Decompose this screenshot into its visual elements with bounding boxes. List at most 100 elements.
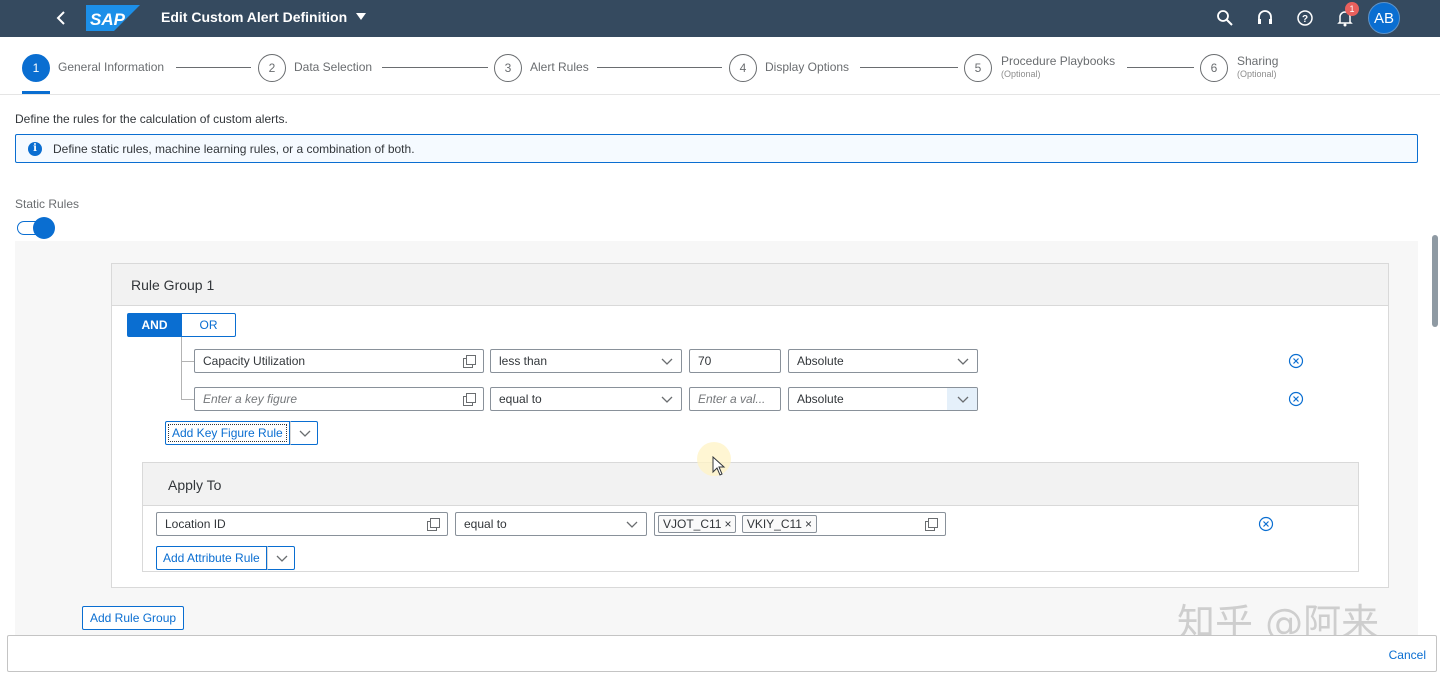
- headset-icon[interactable]: [1255, 8, 1275, 28]
- chevron-down-icon[interactable]: [356, 13, 366, 21]
- static-rules-switch[interactable]: [17, 217, 57, 239]
- page-description: Define the rules for the calculation of …: [15, 112, 288, 126]
- delete-rule-icon[interactable]: [1288, 353, 1304, 369]
- wizard-step-optional: (Optional): [1001, 69, 1041, 79]
- wizard-step-5[interactable]: 5: [964, 54, 992, 82]
- chevron-down-icon: [276, 555, 288, 562]
- value-token[interactable]: VJOT_C11 ×: [658, 515, 737, 533]
- chevron-down-icon: [661, 358, 673, 365]
- wizard-step-title: Procedure Playbooks: [1001, 54, 1116, 68]
- or-button[interactable]: OR: [182, 313, 236, 337]
- add-key-figure-rule-menu: Add Key Figure Rule: [165, 421, 318, 445]
- shell-bar: SAP Edit Custom Alert Definition ? 1 AB: [0, 0, 1440, 37]
- attribute-value: Location ID: [165, 517, 226, 531]
- apply-to-title: Apply To: [168, 477, 222, 493]
- attribute-operator-value: equal to: [464, 517, 507, 531]
- footer-bar: Cancel: [7, 635, 1437, 672]
- and-or-toggle: AND OR: [127, 313, 236, 337]
- mode-select[interactable]: Absolute: [788, 387, 978, 411]
- token-text: VKIY_C11: [746, 517, 802, 531]
- back-icon[interactable]: [52, 8, 72, 28]
- rule-group-header: Rule Group 1: [112, 264, 1388, 306]
- wizard-connector: [382, 67, 488, 68]
- operator-value: equal to: [499, 392, 542, 406]
- token-remove-icon[interactable]: ×: [724, 517, 731, 531]
- wizard-step-6[interactable]: 6: [1200, 54, 1228, 82]
- add-attribute-rule-button[interactable]: Add Attribute Rule: [156, 546, 267, 570]
- add-attribute-rule-menu: Add Attribute Rule: [156, 546, 295, 570]
- wizard-connector: [860, 67, 958, 68]
- wizard-step-label[interactable]: Display Options: [765, 60, 849, 74]
- app-title[interactable]: Edit Custom Alert Definition: [161, 9, 347, 25]
- delete-rule-icon[interactable]: [1288, 391, 1304, 407]
- key-figure-input[interactable]: Enter a key figure: [194, 387, 484, 411]
- value-token[interactable]: VKIY_C11 ×: [741, 515, 817, 533]
- sap-logo[interactable]: SAP: [86, 5, 140, 31]
- rule-tree-branch: [181, 399, 194, 400]
- key-figure-input[interactable]: Capacity Utilization: [194, 349, 484, 373]
- chevron-down-icon: [957, 358, 969, 365]
- operator-value: less than: [499, 354, 548, 368]
- wizard-step-title: Sharing: [1237, 54, 1279, 68]
- chevron-down-icon: [626, 521, 638, 528]
- token-text: VJOT_C11: [663, 517, 722, 531]
- value-help-icon[interactable]: [463, 355, 476, 368]
- wizard-step-1[interactable]: 1: [22, 54, 50, 82]
- attribute-input[interactable]: Location ID: [156, 512, 448, 536]
- operator-select[interactable]: equal to: [490, 387, 682, 411]
- wizard-step-label[interactable]: Sharing (Optional): [1237, 54, 1278, 79]
- apply-to-header: Apply To: [143, 463, 1358, 506]
- help-icon[interactable]: ?: [1295, 8, 1315, 28]
- key-figure-value: Capacity Utilization: [203, 354, 306, 368]
- chevron-down-icon: [957, 396, 969, 403]
- wizard-step-label[interactable]: Procedure Playbooks (Optional): [1001, 54, 1115, 79]
- value-input[interactable]: 70: [689, 349, 781, 373]
- attribute-operator-select[interactable]: equal to: [455, 512, 647, 536]
- wizard-step-label[interactable]: Alert Rules: [530, 60, 589, 74]
- avatar[interactable]: AB: [1368, 2, 1400, 34]
- cancel-button[interactable]: Cancel: [1389, 648, 1426, 662]
- add-rule-group-button[interactable]: Add Rule Group: [82, 606, 185, 630]
- svg-text:?: ?: [1302, 14, 1308, 25]
- notification-badge: 1: [1345, 2, 1359, 16]
- delete-attribute-rule-icon[interactable]: [1258, 516, 1274, 532]
- wizard-step-optional: (Optional): [1237, 69, 1277, 79]
- and-button[interactable]: AND: [127, 313, 182, 337]
- key-figure-placeholder: Enter a key figure: [203, 392, 298, 406]
- value-help-icon[interactable]: [463, 393, 476, 406]
- operator-select[interactable]: less than: [490, 349, 682, 373]
- scrollbar-thumb[interactable]: [1432, 235, 1438, 327]
- attribute-values-multiinput[interactable]: VJOT_C11 × VKIY_C11 ×: [654, 512, 946, 536]
- wizard-progress: 1 General Information 2 Data Selection 3…: [0, 37, 1440, 95]
- chevron-down-icon: [661, 396, 673, 403]
- chevron-down-icon: [299, 430, 311, 437]
- add-key-figure-rule-arrow[interactable]: [289, 421, 318, 445]
- value-placeholder: Enter a val...: [698, 392, 766, 406]
- wizard-connector: [597, 67, 722, 68]
- add-attribute-rule-arrow[interactable]: [266, 546, 295, 570]
- token-remove-icon[interactable]: ×: [805, 517, 812, 531]
- add-key-figure-rule-button[interactable]: Add Key Figure Rule: [165, 421, 290, 445]
- info-message-strip: i Define static rules, machine learning …: [15, 134, 1418, 163]
- wizard-connector: [176, 67, 251, 68]
- wizard-step-2[interactable]: 2: [258, 54, 286, 82]
- wizard-connector: [1127, 67, 1194, 68]
- wizard-step-4[interactable]: 4: [729, 54, 757, 82]
- rule-tree-branch: [181, 361, 194, 362]
- mode-value: Absolute: [797, 392, 844, 406]
- switch-knob: [33, 217, 55, 239]
- value-help-icon[interactable]: [925, 518, 938, 531]
- info-icon: i: [28, 142, 42, 156]
- static-rules-label: Static Rules: [15, 197, 80, 211]
- rule-group-title: Rule Group 1: [131, 277, 215, 293]
- value-help-icon[interactable]: [427, 518, 440, 531]
- mode-select[interactable]: Absolute: [788, 349, 978, 373]
- wizard-step-label[interactable]: General Information: [58, 60, 164, 74]
- wizard-step-3[interactable]: 3: [494, 54, 522, 82]
- search-icon[interactable]: [1215, 8, 1235, 28]
- wizard-active-indicator: [22, 91, 50, 94]
- wizard-step-label[interactable]: Data Selection: [294, 60, 372, 74]
- value-input[interactable]: Enter a val...: [689, 387, 781, 411]
- mode-value: Absolute: [797, 354, 844, 368]
- rule-tree-line: [181, 337, 182, 399]
